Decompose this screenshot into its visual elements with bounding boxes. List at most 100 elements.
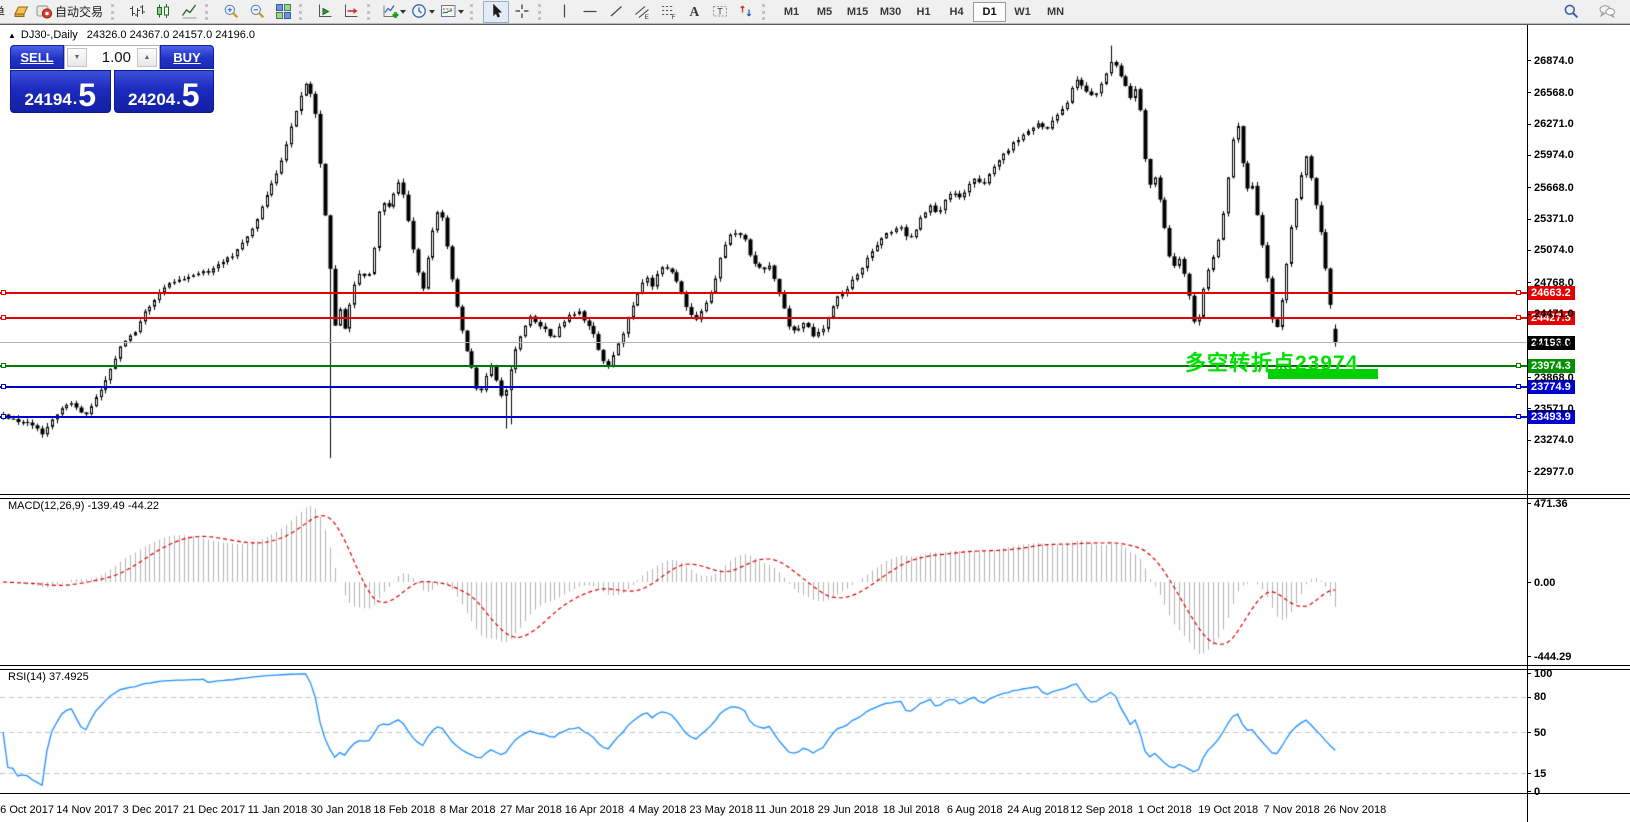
sell-button[interactable]: SELL — [10, 45, 64, 69]
pivot-line-handle[interactable] — [1516, 363, 1521, 368]
new-order-button[interactable]: 单 — [0, 3, 5, 20]
date-tick-label: 4 May 2018 — [629, 804, 686, 816]
buy-price-button[interactable]: 24204.5 — [114, 70, 215, 113]
crosshair-button[interactable] — [509, 1, 535, 23]
volume-control: ▼ ▲ — [64, 45, 160, 69]
svg-text:A: A — [689, 4, 699, 19]
resistance-line-1-handle[interactable] — [1, 290, 6, 295]
price-tick-label: 24174.0 — [1534, 339, 1574, 351]
date-tick-label: 29 Jun 2018 — [818, 804, 879, 816]
collapse-icon[interactable]: ▲ — [8, 31, 16, 40]
axis-tick — [1527, 773, 1531, 774]
toolbar-grip — [111, 4, 120, 20]
price-tick-label: 25974.0 — [1534, 149, 1574, 161]
support-line-1-handle[interactable] — [1516, 384, 1521, 389]
shift-end-button[interactable] — [312, 1, 338, 23]
date-tick-label: 8 Mar 2018 — [440, 804, 496, 816]
autotrade-icon — [36, 3, 53, 20]
pane-separator[interactable] — [0, 494, 1630, 499]
axis-tick — [1527, 697, 1531, 698]
volume-input[interactable] — [89, 46, 135, 69]
text-label-button[interactable]: T — [707, 1, 733, 23]
trend-line-button[interactable] — [603, 1, 629, 23]
support-line-2[interactable] — [0, 416, 1527, 418]
timeframe-mn-button[interactable]: MN — [1039, 2, 1072, 22]
chevron-down-icon — [457, 8, 465, 16]
support-line-2-handle[interactable] — [1, 414, 6, 419]
indicators-button[interactable] — [380, 1, 409, 23]
autotrade-button[interactable]: 自动交易 — [34, 1, 108, 23]
tile-windows-button[interactable] — [270, 1, 296, 23]
axis-tick — [1527, 471, 1531, 472]
timeframe-m5-button[interactable]: M5 — [808, 2, 841, 22]
chevron-down-icon — [428, 8, 436, 16]
buy-button[interactable]: BUY — [160, 45, 214, 69]
zoom-in-button[interactable] — [218, 1, 244, 23]
arrows-button[interactable] — [733, 1, 759, 23]
horizontal-line-button[interactable] — [577, 1, 603, 23]
line-chart-button[interactable] — [176, 1, 202, 23]
templates-button[interactable] — [438, 1, 467, 23]
pane-separator[interactable] — [0, 665, 1630, 670]
cursor-button[interactable] — [483, 1, 509, 23]
search-button[interactable] — [1558, 1, 1584, 23]
date-tick-label: 14 Nov 2017 — [56, 804, 118, 816]
date-tick-label: 23 May 2018 — [689, 804, 753, 816]
date-tick-label: 18 Jul 2018 — [883, 804, 940, 816]
sell-price-button[interactable]: 24194.5 — [10, 70, 111, 113]
cursor-icon — [488, 3, 505, 20]
current-price-line[interactable] — [0, 342, 1527, 343]
price-tick-label: 23868.0 — [1534, 372, 1574, 384]
volume-decrease-button[interactable]: ▼ — [67, 48, 87, 67]
gold-book-icon — [13, 3, 30, 20]
timeframe-m15-button[interactable]: M15 — [841, 2, 874, 22]
zoom-out-button[interactable] — [244, 1, 270, 23]
annotation-highlight-bar[interactable] — [1268, 369, 1378, 379]
resistance-line-1[interactable] — [0, 292, 1527, 294]
candle-chart-button[interactable] — [150, 1, 176, 23]
price-tick-label: 25371.0 — [1534, 213, 1574, 225]
support-line-2-handle[interactable] — [1516, 414, 1521, 419]
text-button[interactable]: A — [681, 1, 707, 23]
pivot-line-handle[interactable] — [1, 363, 6, 368]
axis-tick — [1527, 155, 1531, 156]
price-tick-label: 25074.0 — [1534, 244, 1574, 256]
vertical-line-button[interactable] — [551, 1, 577, 23]
date-tick-label: 27 Mar 2018 — [500, 804, 562, 816]
timeframe-d1-button[interactable]: D1 — [973, 2, 1006, 22]
fibonacci-button[interactable]: F — [655, 1, 681, 23]
resistance-line-1-handle[interactable] — [1516, 290, 1521, 295]
rsi-tick-label: 100 — [1534, 668, 1552, 680]
resistance-line-2-handle[interactable] — [1516, 315, 1521, 320]
fibonacci-icon: F — [660, 3, 677, 20]
vertical-line-icon — [556, 3, 573, 20]
timeframe-m1-button[interactable]: M1 — [775, 2, 808, 22]
timeframe-h4-button[interactable]: H4 — [940, 2, 973, 22]
periods-button[interactable] — [409, 1, 438, 23]
date-tick-label: 26 Oct 2017 — [0, 804, 54, 816]
price-tick-label: 26271.0 — [1534, 118, 1574, 130]
chart-canvas[interactable] — [0, 25, 1527, 822]
axis-tick — [1527, 60, 1531, 61]
resistance-line-2-handle[interactable] — [1, 315, 6, 320]
timeframe-h1-button[interactable]: H1 — [907, 2, 940, 22]
auto-scroll-button[interactable] — [338, 1, 364, 23]
support-line-1[interactable] — [0, 386, 1527, 388]
gold-book-button[interactable] — [8, 1, 34, 23]
support-line-1-handle[interactable] — [1, 384, 6, 389]
chat-button[interactable] — [1594, 1, 1620, 23]
date-tick-label: 16 Apr 2018 — [565, 804, 624, 816]
date-tick-label: 21 Dec 2017 — [183, 804, 245, 816]
timeframe-w1-button[interactable]: W1 — [1006, 2, 1039, 22]
rsi-tick-label: 80 — [1534, 691, 1546, 703]
volume-increase-button[interactable]: ▲ — [137, 48, 157, 67]
axis-tick — [1527, 250, 1531, 251]
equidistant-channel-button[interactable]: E — [629, 1, 655, 23]
bar-chart-button[interactable] — [124, 1, 150, 23]
arrows-icon — [738, 3, 755, 20]
axis-tick — [1527, 732, 1531, 733]
axis-tick — [1527, 440, 1531, 441]
resistance-line-2[interactable] — [0, 317, 1527, 319]
time-axis[interactable]: 26 Oct 201714 Nov 20173 Dec 201721 Dec 2… — [0, 795, 1527, 822]
timeframe-m30-button[interactable]: M30 — [874, 2, 907, 22]
